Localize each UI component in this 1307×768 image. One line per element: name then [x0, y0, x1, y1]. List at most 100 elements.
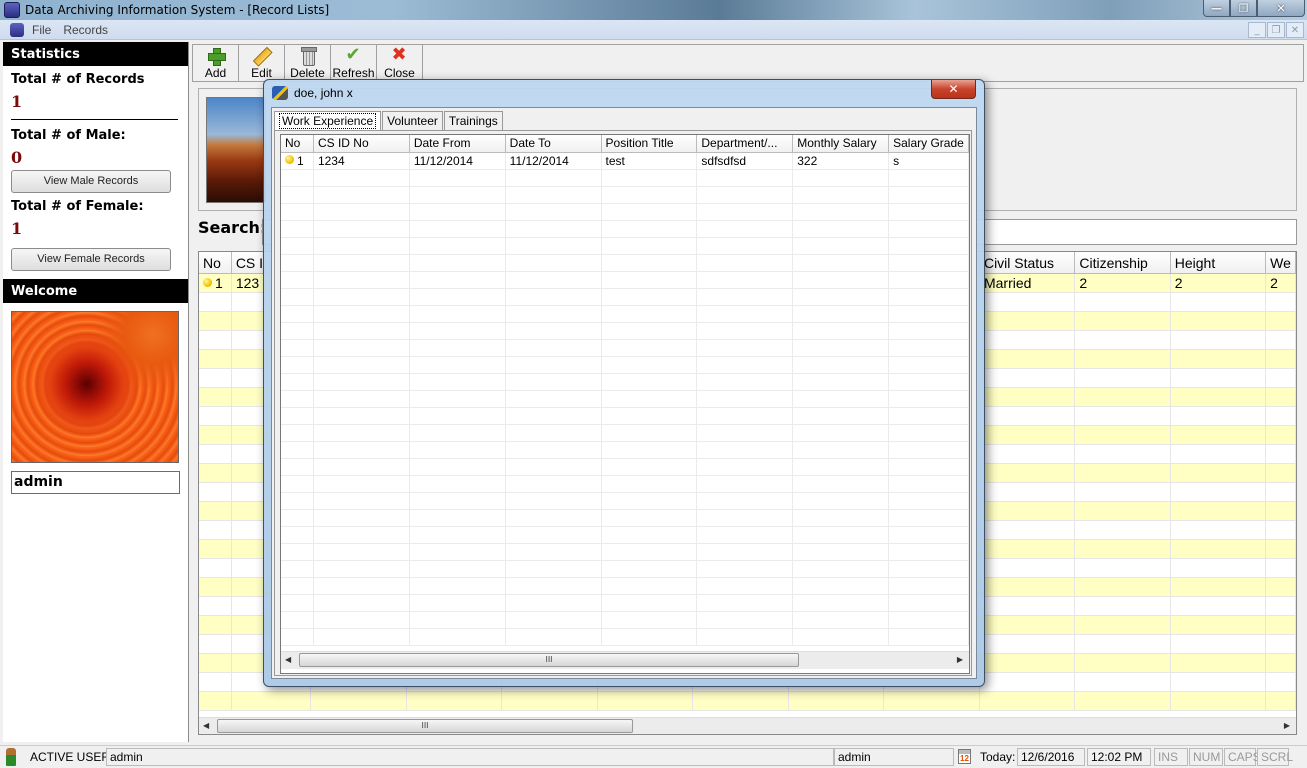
empty-cell	[199, 502, 232, 521]
empty-cell	[409, 510, 506, 527]
maximize-button[interactable]: ❐	[1230, 0, 1257, 17]
empty-cell	[979, 312, 1076, 331]
table-row[interactable]: 1 1234 11/12/2014 11/12/2014 test sdfsdf…	[281, 153, 969, 170]
column-header-cs-id[interactable]: CS ID No	[313, 135, 410, 153]
scroll-thumb[interactable]: III	[299, 653, 799, 667]
empty-cell	[409, 170, 506, 187]
records-grid-hscrollbar[interactable]: ◀ III ▶	[199, 717, 1296, 734]
empty-cell	[889, 510, 969, 527]
empty-cell	[889, 425, 969, 442]
menu-file[interactable]: File	[32, 23, 51, 37]
empty-cell	[281, 306, 314, 323]
scroll-right-arrow-icon[interactable]: ▶	[957, 655, 963, 664]
empty-cell	[1170, 521, 1267, 540]
dialog-close-button[interactable]: ✕	[931, 80, 976, 99]
empty-cell	[601, 612, 698, 629]
column-header-salary-grade[interactable]: Salary Grade	[889, 135, 969, 153]
empty-row	[281, 510, 969, 527]
empty-rows	[281, 170, 969, 646]
empty-cell	[313, 527, 410, 544]
empty-cell	[199, 578, 232, 597]
window-close-button[interactable]: ✕	[1257, 0, 1305, 17]
mdi-child-icon[interactable]	[10, 22, 24, 37]
empty-cell	[1170, 369, 1267, 388]
empty-cell	[1170, 293, 1267, 312]
empty-cell	[601, 544, 698, 561]
empty-cell	[281, 289, 314, 306]
empty-cell	[505, 272, 602, 289]
empty-cell	[601, 170, 698, 187]
column-header-department[interactable]: Department/...	[697, 135, 794, 153]
tab-volunteer[interactable]: Volunteer	[382, 111, 443, 130]
column-header-monthly-salary[interactable]: Monthly Salary	[793, 135, 890, 153]
empty-cell	[601, 289, 698, 306]
scroll-thumb[interactable]: III	[217, 719, 633, 733]
empty-cell	[697, 612, 794, 629]
refresh-button[interactable]: Refresh	[331, 44, 377, 81]
delete-label: Delete	[290, 66, 325, 80]
empty-cell	[793, 187, 890, 204]
empty-row	[281, 221, 969, 238]
empty-cell	[505, 493, 602, 510]
tab-work-experience[interactable]: Work Experience	[274, 111, 382, 130]
column-header-no[interactable]: No	[199, 252, 232, 274]
empty-cell	[313, 272, 410, 289]
mdi-restore-button[interactable]: ❐	[1267, 22, 1285, 38]
ins-indicator: INS	[1154, 748, 1188, 766]
delete-button[interactable]: Delete	[285, 45, 331, 81]
add-icon	[207, 47, 226, 66]
empty-cell	[199, 692, 232, 711]
work-experience-hscrollbar[interactable]: ◀ III ▶	[281, 651, 969, 669]
empty-cell	[889, 272, 969, 289]
add-button[interactable]: Add	[193, 45, 239, 81]
empty-cell	[1266, 331, 1296, 350]
row-no: 1	[199, 274, 232, 293]
empty-cell	[697, 425, 794, 442]
menu-records[interactable]: Records	[63, 23, 108, 37]
empty-cell	[697, 170, 794, 187]
empty-cell	[199, 445, 232, 464]
empty-row	[281, 374, 969, 391]
column-header-citizenship[interactable]: Citizenship	[1075, 252, 1171, 274]
empty-row	[281, 459, 969, 476]
column-header-no[interactable]: No	[281, 135, 314, 153]
empty-cell	[1170, 445, 1267, 464]
sidebar-divider	[11, 119, 178, 120]
column-header-date-from[interactable]: Date From	[409, 135, 506, 153]
column-header-date-to[interactable]: Date To	[505, 135, 602, 153]
minimize-button[interactable]: —	[1203, 0, 1230, 17]
close-button[interactable]: Close	[377, 44, 423, 81]
column-header-position-title[interactable]: Position Title	[601, 135, 698, 153]
scroll-left-arrow-icon[interactable]: ◀	[285, 655, 291, 664]
column-header-civil-status[interactable]: Civil Status	[979, 252, 1076, 274]
mdi-minimize-button[interactable]: _	[1248, 22, 1266, 38]
empty-cell	[1170, 407, 1267, 426]
row-date-from: 11/12/2014	[409, 153, 506, 170]
total-female-value: 1	[11, 219, 23, 238]
empty-cell	[601, 323, 698, 340]
edit-button[interactable]: Edit	[239, 45, 285, 81]
empty-cell	[505, 527, 602, 544]
empty-cell	[281, 425, 314, 442]
empty-cell	[1075, 635, 1171, 654]
column-header-height[interactable]: Height	[1170, 252, 1267, 274]
empty-row	[281, 476, 969, 493]
empty-cell	[697, 323, 794, 340]
empty-cell	[889, 170, 969, 187]
empty-cell	[1266, 616, 1296, 635]
empty-cell	[409, 595, 506, 612]
calendar-icon: 12	[958, 749, 971, 764]
dialog-title: doe, john x	[294, 86, 353, 100]
row-department: sdfsdfsd	[697, 153, 794, 170]
row-no: 1	[281, 153, 314, 170]
view-male-records-button[interactable]: View Male Records	[11, 170, 171, 193]
view-female-records-button[interactable]: View Female Records	[11, 248, 171, 271]
column-header-weight[interactable]: We	[1266, 252, 1296, 274]
mdi-close-button[interactable]: ✕	[1286, 22, 1304, 38]
scroll-left-arrow-icon[interactable]: ◀	[203, 721, 209, 730]
tab-trainings[interactable]: Trainings	[443, 111, 503, 130]
empty-cell	[1170, 312, 1267, 331]
scroll-right-arrow-icon[interactable]: ▶	[1284, 721, 1290, 730]
empty-cell	[1170, 426, 1267, 445]
empty-cell	[697, 510, 794, 527]
